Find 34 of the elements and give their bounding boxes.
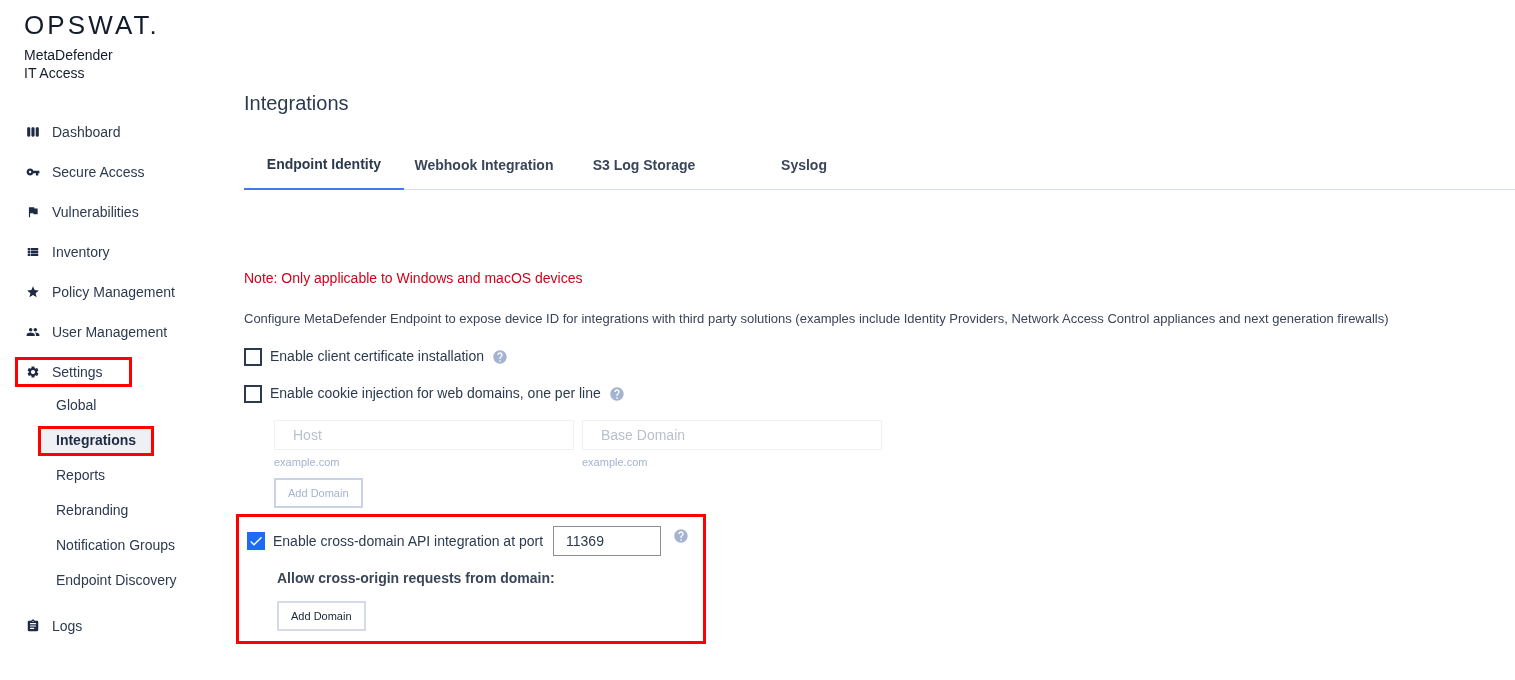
description-text: Configure MetaDefender Endpoint to expose device ID for integrations with third party solutions (examples include Identity Providers, Network Access Control appliances and next generation firewalls) [244, 310, 1389, 328]
nav-item[interactable]: Vulnerabilities [15, 197, 168, 227]
domain-input-field[interactable]: Host [274, 419, 574, 450]
page-title: Integrations [244, 91, 349, 116]
note-text: Note: Only applicable to Windows and macOS devices [244, 269, 583, 288]
nav-item[interactable]: User Management [15, 317, 197, 347]
nav-subitem[interactable]: Global [38, 390, 115, 421]
nav-item[interactable]: Inventory [15, 237, 139, 267]
domain-input-field[interactable]: Base Domain [582, 419, 882, 450]
checkbox-label: Enable cross-domain API integration at port [273, 531, 544, 551]
field-hint: example.com [582, 454, 648, 470]
tab[interactable]: Webhook Integration [404, 140, 564, 190]
nav-item[interactable]: Dashboard [15, 117, 150, 147]
nav-item[interactable]: Secure Access [15, 157, 174, 187]
checkbox-label: Enable client certificate installation [270, 347, 484, 366]
logo: OPSWAT. [24, 12, 161, 38]
nav-item[interactable]: Logs [15, 611, 112, 641]
product-name: IT Access [24, 64, 85, 82]
port-input-field[interactable]: 11369 [553, 526, 662, 556]
section-label: Allow cross-origin requests from domain: [277, 569, 555, 588]
tab[interactable]: Endpoint Identity [244, 140, 404, 190]
nav-subitem[interactable]: Endpoint Discovery [38, 565, 195, 596]
nav-item[interactable]: Settings [15, 357, 132, 387]
nav-subitem[interactable]: Reports [38, 460, 124, 491]
tab[interactable]: S3 Log Storage [564, 140, 724, 190]
nav-subitem[interactable]: Notification Groups [38, 530, 194, 561]
field-hint: example.com [274, 454, 340, 470]
nav-item[interactable]: Policy Management [15, 277, 204, 307]
nav-subitem[interactable]: Rebranding [38, 495, 147, 526]
nav-subitem[interactable]: Integrations [38, 425, 155, 456]
checkbox-label: Enable cookie injection for web domains, one per line [270, 384, 601, 403]
tab[interactable]: Syslog [724, 140, 884, 190]
product-name: MetaDefender [24, 46, 113, 64]
add-domain-button[interactable]: Add Domain [277, 601, 366, 631]
